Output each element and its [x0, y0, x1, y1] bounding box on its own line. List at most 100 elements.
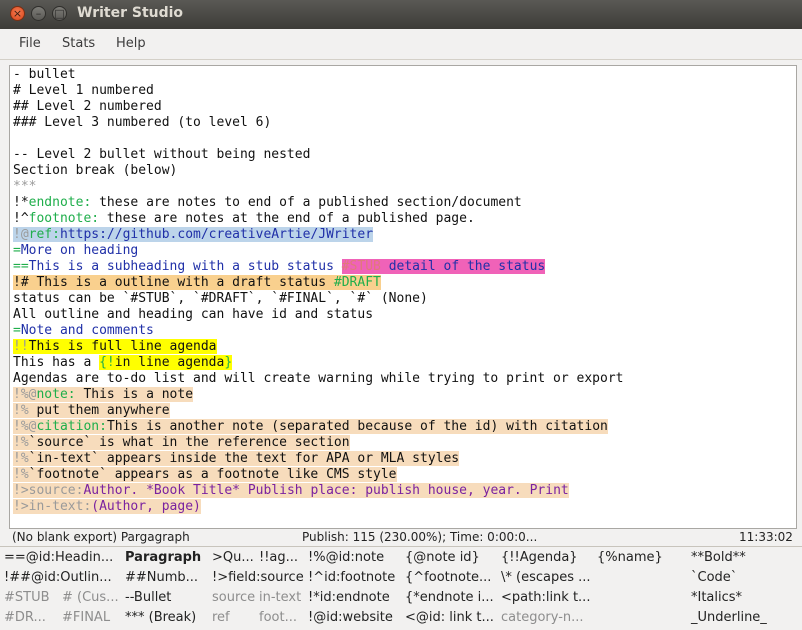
legend-foot[interactable]: foot...: [259, 610, 297, 625]
legend-footnote[interactable]: !^id:footnote: [308, 570, 395, 585]
editor-line: !# This is a outline with a draft status…: [13, 275, 381, 291]
legend-bold[interactable]: **Bold**: [691, 550, 746, 565]
editor-text-span: citation:: [36, 419, 107, 434]
editor-text-span: !%@: [13, 419, 37, 434]
editor-line: status can be `#STUB`, `#DRAFT`, `#FINAL…: [13, 291, 428, 307]
legend-field-source[interactable]: !>field:source: [212, 570, 304, 585]
editor-line: !@ref:https://github.com/creativeArtie/J…: [13, 227, 374, 243]
editor-text-span: `in-text` appears inside the text for AP…: [28, 451, 460, 466]
editor-text-span: !>: [13, 483, 29, 498]
minimize-window-button[interactable]: –: [31, 6, 46, 21]
editor-text-span: Agendas are to-do list and will create w…: [13, 371, 624, 386]
legend-code[interactable]: `Code`: [691, 570, 737, 585]
editor-line: !%`source` is what in the reference sect…: [13, 435, 350, 451]
editor-text-span: =: [13, 243, 21, 258]
editor-text-span: ***: [13, 179, 37, 194]
legend-name[interactable]: {%name}: [597, 550, 663, 565]
editor-text-span: `footnote` appears as a footnote like CM…: [28, 467, 397, 482]
status-publish: Publish: 115 (230.00%); Time: 0:00:0...: [302, 530, 538, 544]
legend-ref[interactable]: ref: [212, 610, 230, 625]
editor-text-span: !%: [13, 451, 29, 466]
editor-text-span: =: [13, 323, 21, 338]
editor-text-span: - bullet: [13, 67, 76, 82]
legend-bullet[interactable]: --Bullet: [125, 590, 171, 605]
editor-text-span: (Author, page): [91, 499, 201, 514]
editor-line: !% put them anywhere: [13, 403, 170, 419]
editor-text-span: More on heading: [20, 243, 139, 258]
status-time: 11:33:02: [739, 530, 793, 544]
editor-line: ***: [13, 179, 36, 195]
editor-text-span: {!: [99, 355, 115, 370]
editor-line: - bullet: [13, 67, 76, 83]
editor-text-span: Publish place: publish house, year. Prin…: [240, 483, 569, 498]
editor-line: =Note and comments: [13, 323, 154, 339]
editor-line: Agendas are to-do list and will create w…: [13, 371, 623, 387]
editor-text-span: This has a: [13, 355, 100, 370]
editor-text-span: note:: [36, 387, 76, 402]
status-left: (No blank export) Pargagraph: [12, 530, 190, 544]
menu-stats[interactable]: Stats: [62, 36, 95, 51]
legend-paragraph[interactable]: Paragraph: [125, 550, 201, 565]
legend-website[interactable]: !@id:website: [308, 610, 393, 625]
legend-path-link[interactable]: <path:link t...: [501, 590, 590, 605]
text-editor[interactable]: - bullet # Level 1 numbered ## Level 2 num…: [9, 65, 797, 529]
legend-custom[interactable]: # (Cus...: [62, 590, 119, 605]
close-window-button[interactable]: ×: [10, 6, 25, 21]
editor-line: ### Level 3 numbered (to level 6): [13, 115, 271, 131]
editor-text-span: https://github.com/creativeArtie/JWriter: [59, 227, 374, 242]
editor-line: !%`footnote` appears as a footnote like …: [13, 467, 397, 483]
legend-escapes[interactable]: \* (escapes ...: [501, 570, 591, 585]
editor-text-span: !@: [13, 227, 29, 242]
legend-agenda[interactable]: !!ag...: [259, 550, 298, 565]
legend-break[interactable]: *** (Break): [125, 610, 196, 625]
editor-text-span: ==: [13, 259, 29, 274]
legend-heading[interactable]: ==@id:Headin...: [4, 550, 113, 565]
maximize-window-button[interactable]: □: [52, 6, 67, 21]
legend-stub[interactable]: #STUB: [4, 590, 50, 605]
legend-outline[interactable]: !##@id:Outlin...: [4, 570, 112, 585]
menu-help[interactable]: Help: [116, 36, 146, 51]
legend-final[interactable]: #FINAL: [62, 610, 110, 625]
editor-line: !!This is full line agenda: [13, 339, 217, 355]
editor-line: !%`in-text` appears inside the text for …: [13, 451, 460, 467]
editor-text-span: This is a subheading with a stub status: [28, 259, 342, 274]
legend-footnote-ref[interactable]: {^footnote...: [405, 570, 491, 585]
editor-line: Section break (below): [13, 163, 177, 179]
menu-bar: File Stats Help: [0, 29, 802, 60]
legend-in-text[interactable]: in-text: [259, 590, 301, 605]
editor-text-span: ## Level 2 numbered: [13, 99, 162, 114]
legend-draft[interactable]: #DR...: [4, 610, 46, 625]
title-bar: × – □ Writer Studio: [0, 0, 802, 29]
editor-text-span: these are notes at the end of a publishe…: [99, 211, 475, 226]
editor-text-span: !%: [13, 467, 29, 482]
editor-text-span: !!: [13, 339, 29, 354]
legend-underline[interactable]: _Underline_: [691, 610, 767, 625]
editor-text-span: Section break (below): [13, 163, 178, 178]
editor-text-span: #STUB: [341, 259, 381, 274]
legend-link[interactable]: <@id: link t...: [405, 610, 494, 625]
editor-text-span: status can be `#STUB`, `#DRAFT`, `#FINAL…: [13, 291, 428, 306]
legend-quote[interactable]: >Qu...: [212, 550, 254, 565]
editor-text-span: All outline and heading can have id and …: [13, 307, 374, 322]
editor-line: All outline and heading can have id and …: [13, 307, 373, 323]
editor-text-span: source:: [28, 483, 84, 498]
legend-italics[interactable]: *Italics*: [691, 590, 742, 605]
editor-line: !>source:Author. *Book Title* Publish pl…: [13, 483, 569, 499]
editor-text-span: This is a note: [75, 387, 194, 402]
legend-endnote[interactable]: !*id:endnote: [308, 590, 390, 605]
editor-text-span: !>: [13, 499, 29, 514]
legend-category[interactable]: category-n...: [501, 610, 584, 625]
menu-file[interactable]: File: [19, 36, 41, 51]
editor-text-span: !# This is a outline with a draft status: [13, 275, 334, 290]
editor-text-span: in-text:: [28, 499, 92, 514]
editor-line: This has a {!in line agenda}: [13, 355, 233, 371]
legend-source[interactable]: source: [212, 590, 255, 605]
status-bar: (No blank export) Pargagraph Publish: 11…: [0, 528, 802, 546]
legend-numbered[interactable]: ##Numb...: [125, 570, 198, 585]
legend-note[interactable]: !%@id:note: [308, 550, 384, 565]
legend-note-ref[interactable]: {@note id}: [405, 550, 480, 565]
legend-endnote-ref[interactable]: {*endnote i...: [405, 590, 494, 605]
legend-inline-agenda[interactable]: {!!Agenda}: [501, 550, 578, 565]
editor-text-span: #DRAFT: [333, 275, 381, 290]
editor-text-span: !^: [13, 211, 29, 226]
